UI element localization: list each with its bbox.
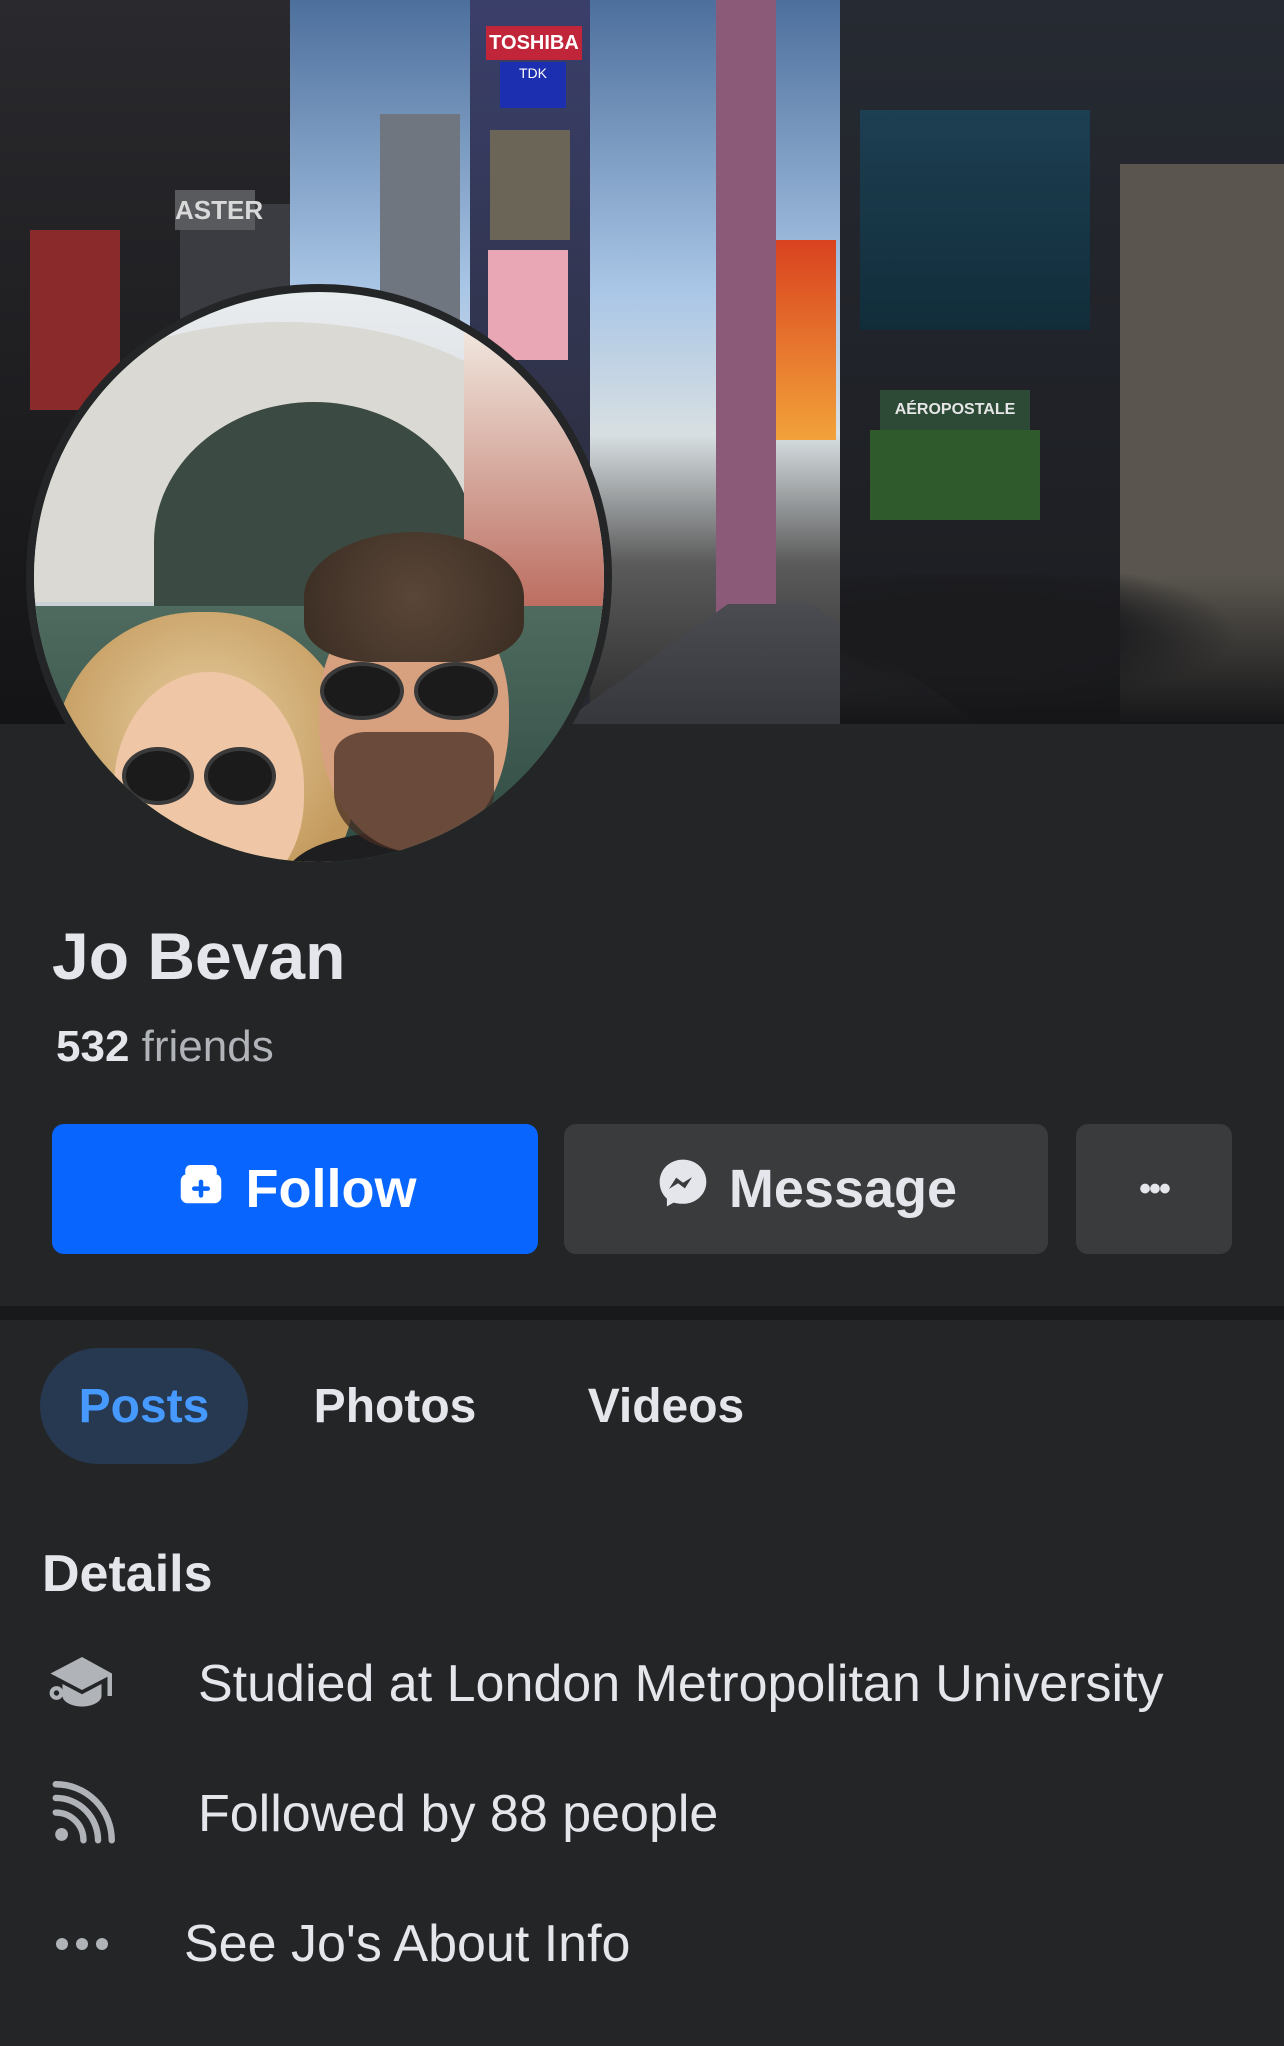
- cover-billboard-coffee: [490, 130, 570, 240]
- avatar-sunglasses-right: [204, 747, 276, 805]
- avatar-sunglasses2-left: [320, 662, 404, 720]
- tab-videos[interactable]: Videos: [566, 1348, 766, 1464]
- friends-count-number: 532: [56, 1022, 130, 1071]
- detail-education-text: Studied at London Metropolitan Universit…: [198, 1655, 1164, 1713]
- avatar-person2-hair: [304, 532, 524, 662]
- section-divider: [0, 1306, 1284, 1320]
- cover-sign-aeropostale: AÉROPOSTALE: [880, 390, 1030, 430]
- tab-photos[interactable]: Photos: [300, 1348, 490, 1464]
- detail-about-text: See Jo's About Info: [184, 1915, 631, 1973]
- friends-count-label: friends: [141, 1022, 274, 1071]
- message-button-label: Message: [728, 1159, 958, 1219]
- cover-crowd: [840, 574, 1284, 724]
- avatar-sunglasses2-right: [414, 662, 498, 720]
- rss-feed-icon: [42, 1774, 122, 1854]
- detail-followers[interactable]: Followed by 88 people: [42, 1774, 718, 1854]
- follow-button[interactable]: Follow: [52, 1124, 538, 1254]
- cover-billboard-blue: [860, 110, 1090, 330]
- cover-billboard-orange: [776, 240, 836, 440]
- message-button[interactable]: Message: [564, 1124, 1048, 1254]
- more-options-icon: •••: [1139, 1169, 1171, 1208]
- profile-avatar[interactable]: [26, 284, 612, 870]
- profile-page: ASTER TOSHIBA TDK AÉROPOSTALE Jo Bevan 5…: [0, 0, 1284, 2046]
- ellipsis-icon: [42, 1904, 122, 1984]
- details-heading: Details: [42, 1545, 213, 1603]
- cover-sign-tdk: TDK: [500, 62, 566, 108]
- avatar-person2-beard: [334, 732, 494, 852]
- more-options-button[interactable]: •••: [1076, 1124, 1232, 1254]
- follow-button-label: Follow: [245, 1159, 417, 1219]
- avatar-sunglasses-left: [122, 747, 194, 805]
- detail-followers-text: Followed by 88 people: [198, 1785, 719, 1843]
- cover-sign-toshiba: TOSHIBA: [486, 26, 582, 60]
- messenger-icon: [655, 1155, 711, 1224]
- cover-storefront: [870, 430, 1040, 520]
- follow-icon: [174, 1156, 228, 1223]
- detail-education[interactable]: Studied at London Metropolitan Universit…: [42, 1644, 1163, 1724]
- profile-name: Jo Bevan: [52, 919, 346, 993]
- graduation-cap-icon: [42, 1644, 122, 1724]
- tab-posts[interactable]: Posts: [40, 1348, 248, 1464]
- friends-count[interactable]: 532 friends: [56, 1022, 274, 1072]
- detail-about-info[interactable]: See Jo's About Info: [42, 1904, 630, 1984]
- cover-sign-aster: ASTER: [175, 190, 263, 230]
